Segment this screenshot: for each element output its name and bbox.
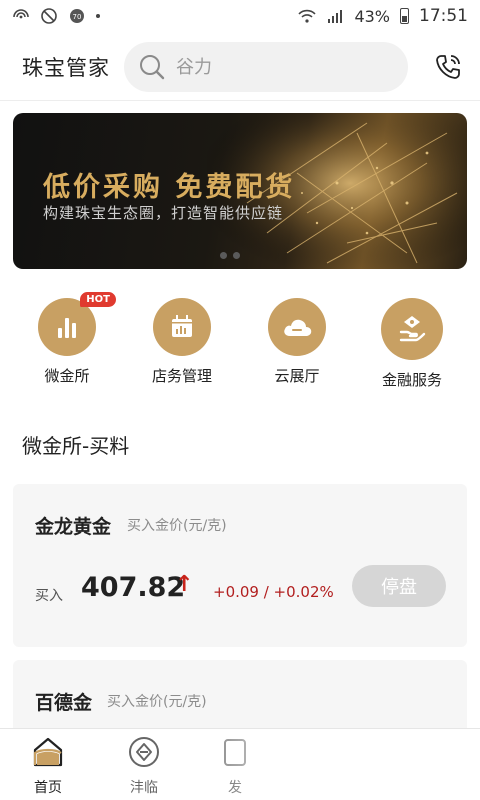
menu-icon-circle [153, 298, 211, 356]
home-icon [33, 737, 63, 767]
app-header: 珠宝管家 [0, 38, 480, 96]
status-bar: 70 43% 17:51 [0, 0, 480, 32]
menu-icon-circle: HOT [38, 292, 116, 356]
menu-label: 云展厅 [274, 367, 320, 385]
menu-label: 微金所 [44, 367, 90, 385]
calendar-chart-icon [172, 315, 192, 337]
notification-icon: 70 [70, 9, 84, 23]
finance-hand-icon [399, 316, 426, 342]
battery-icon [400, 8, 409, 24]
promo-banner[interactable]: 低价采购 免费配货 构建珠宝生态圈，打造智能供应链 [13, 113, 467, 269]
search-icon [140, 55, 165, 80]
price-change: +0.09 / +0.02% [213, 583, 334, 601]
buy-label: 买入 [35, 588, 63, 604]
menu-item-weijinsuo[interactable]: HOT 微金所 [17, 292, 117, 386]
diamond-circle-icon [129, 737, 159, 767]
bottom-navigation: 首页 沣临 发 [0, 728, 480, 800]
buy-price: 407.82 [81, 572, 186, 603]
status-dot [96, 14, 100, 18]
no-sim-icon [41, 8, 57, 24]
nav-item-home[interactable]: 首页 [13, 735, 83, 797]
quick-menu: HOT 微金所 店务管理 云展厅 金融服务 [0, 292, 480, 393]
signal-icon [328, 10, 343, 23]
menu-item-store-management[interactable]: 店务管理 [132, 298, 232, 386]
search-input[interactable] [176, 56, 376, 78]
status-left: 70 [12, 7, 100, 25]
nav-item-fenglin[interactable]: 沣临 [109, 735, 179, 797]
menu-icon-circle [381, 298, 443, 360]
gold-price-card[interactable]: 金龙黄金 买入金价(元/克) 买入 407.82 ↑ +0.09 / +0.02… [13, 484, 467, 647]
wifi-icon [298, 9, 317, 23]
phone-icon [436, 55, 460, 79]
banner-subtitle: 构建珠宝生态圈，打造智能供应链 [43, 204, 284, 222]
trading-halted-button[interactable]: 停盘 [352, 565, 446, 607]
banner-title: 低价采购 免费配货 [43, 172, 296, 203]
section-title: 微金所-买料 [22, 434, 130, 458]
card-name: 百德金 [35, 692, 93, 714]
status-right: 43% 17:51 [298, 6, 468, 26]
nav-label: 首页 [34, 780, 62, 796]
menu-icon-circle [268, 298, 326, 356]
svg-text:70: 70 [73, 13, 82, 21]
hotspot-icon [13, 9, 29, 19]
menu-item-finance-service[interactable]: 金融服务 [362, 298, 462, 390]
chart-bars-icon [58, 318, 76, 338]
card-price-hint: 买入金价(元/克) [127, 518, 227, 534]
customer-service-button[interactable] [430, 49, 466, 85]
card-price-hint: 买入金价(元/克) [107, 694, 207, 710]
card-name: 金龙黄金 [35, 516, 112, 538]
cloud-icon [284, 319, 312, 336]
nav-label: 沣临 [130, 780, 158, 796]
search-bar[interactable] [124, 42, 408, 92]
menu-label: 店务管理 [151, 367, 212, 385]
menu-item-cloud-showroom[interactable]: 云展厅 [247, 298, 347, 386]
clock: 17:51 [419, 6, 468, 26]
pagination-dot [233, 252, 240, 259]
header-divider [0, 100, 480, 101]
menu-label: 金融服务 [381, 371, 442, 389]
app-title: 珠宝管家 [22, 56, 110, 80]
hot-badge: HOT [80, 292, 116, 307]
banner-pagination [220, 252, 240, 259]
nav-overlay-fade [210, 729, 480, 800]
battery-percent: 43% [354, 6, 390, 26]
trend-up-icon: ↑ [175, 572, 194, 597]
pagination-dot [220, 252, 227, 259]
